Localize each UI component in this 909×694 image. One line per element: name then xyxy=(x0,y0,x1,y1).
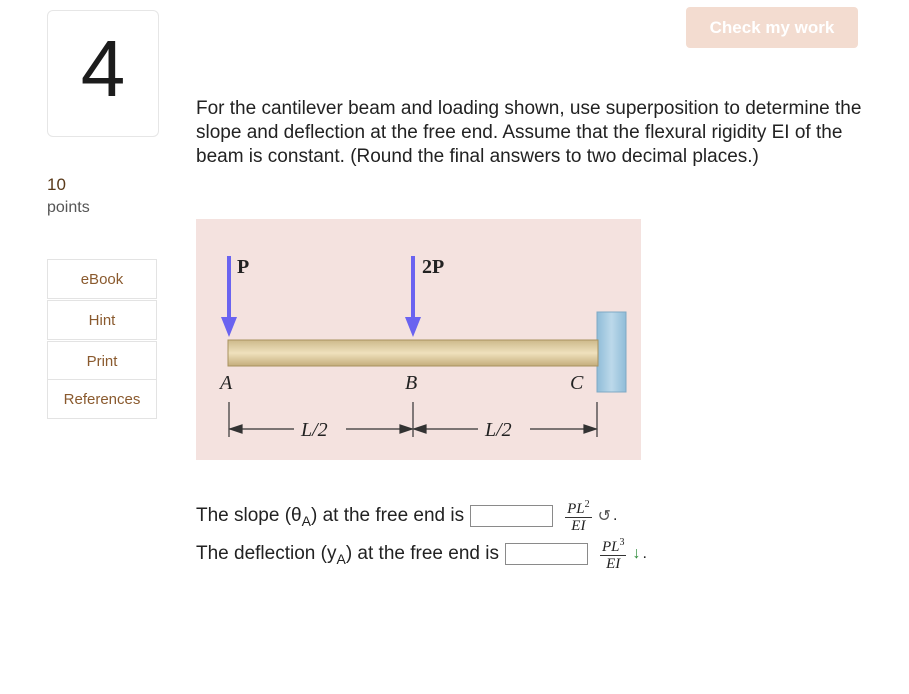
deflection-unit-exp: 3 xyxy=(619,537,625,548)
deflection-suffix: ) at the free end is xyxy=(345,542,499,564)
slope-input[interactable] xyxy=(470,504,554,527)
question-number: 4 xyxy=(80,23,126,113)
slope-answer-row: The slope (θ A) at the free end is PL2 EI… xyxy=(196,497,618,534)
deflection-unit-num: PL xyxy=(601,539,620,555)
load-2p-arrow xyxy=(405,256,421,337)
question-number-box: 4 xyxy=(47,10,159,137)
deflection-answer-row: The deflection (y A) at the free end is P… xyxy=(196,535,647,572)
slope-unit-den: EI xyxy=(571,518,586,534)
check-my-work-button[interactable]: Check my work xyxy=(686,7,858,48)
references-button[interactable]: References xyxy=(47,379,157,419)
point-c-label: C xyxy=(570,372,584,394)
load-p-label: P xyxy=(237,256,249,278)
beam-diagram: P 2P A B C L/2 L/2 xyxy=(218,256,627,441)
deflection-unit: PL3 EI xyxy=(599,535,627,572)
fixed-wall xyxy=(596,311,627,393)
deflection-unit-den: EI xyxy=(606,556,621,572)
deflection-prefix: The deflection (y xyxy=(196,542,337,564)
slope-period: . xyxy=(613,506,618,524)
slope-suffix: ) at the free end is xyxy=(310,504,465,526)
slope-prefix: The slope (θ xyxy=(196,504,302,526)
beam-figure: P 2P A B C L/2 L/2 xyxy=(196,219,641,460)
point-a-label: A xyxy=(218,372,233,394)
dim-left-label: L/2 xyxy=(300,419,328,441)
deflection-subscript: A xyxy=(336,550,346,567)
ebook-button[interactable]: eBook xyxy=(47,259,157,299)
question-prompt: For the cantilever beam and loading show… xyxy=(196,98,862,167)
hint-button[interactable]: Hint xyxy=(47,300,157,340)
deflection-period: . xyxy=(642,544,647,562)
beam xyxy=(227,339,599,367)
load-2p-label: 2P xyxy=(422,256,444,278)
deflection-input[interactable] xyxy=(504,542,588,565)
points-value: 10 xyxy=(47,175,66,194)
dim-right-label: L/2 xyxy=(484,419,512,441)
slope-unit-exp: 2 xyxy=(584,499,590,510)
dimension-lines xyxy=(228,402,598,437)
load-p-arrow xyxy=(221,256,237,337)
down-arrow-icon: ↓ xyxy=(632,544,641,562)
points-label: points xyxy=(47,199,90,216)
point-b-label: B xyxy=(405,372,417,394)
slope-unit-num: PL xyxy=(567,501,585,517)
slope-unit: PL2 EI xyxy=(565,497,592,534)
print-button[interactable]: Print xyxy=(47,341,157,381)
slope-subscript: A xyxy=(301,512,311,529)
counterclockwise-rotation-icon: ↺ xyxy=(597,507,612,525)
